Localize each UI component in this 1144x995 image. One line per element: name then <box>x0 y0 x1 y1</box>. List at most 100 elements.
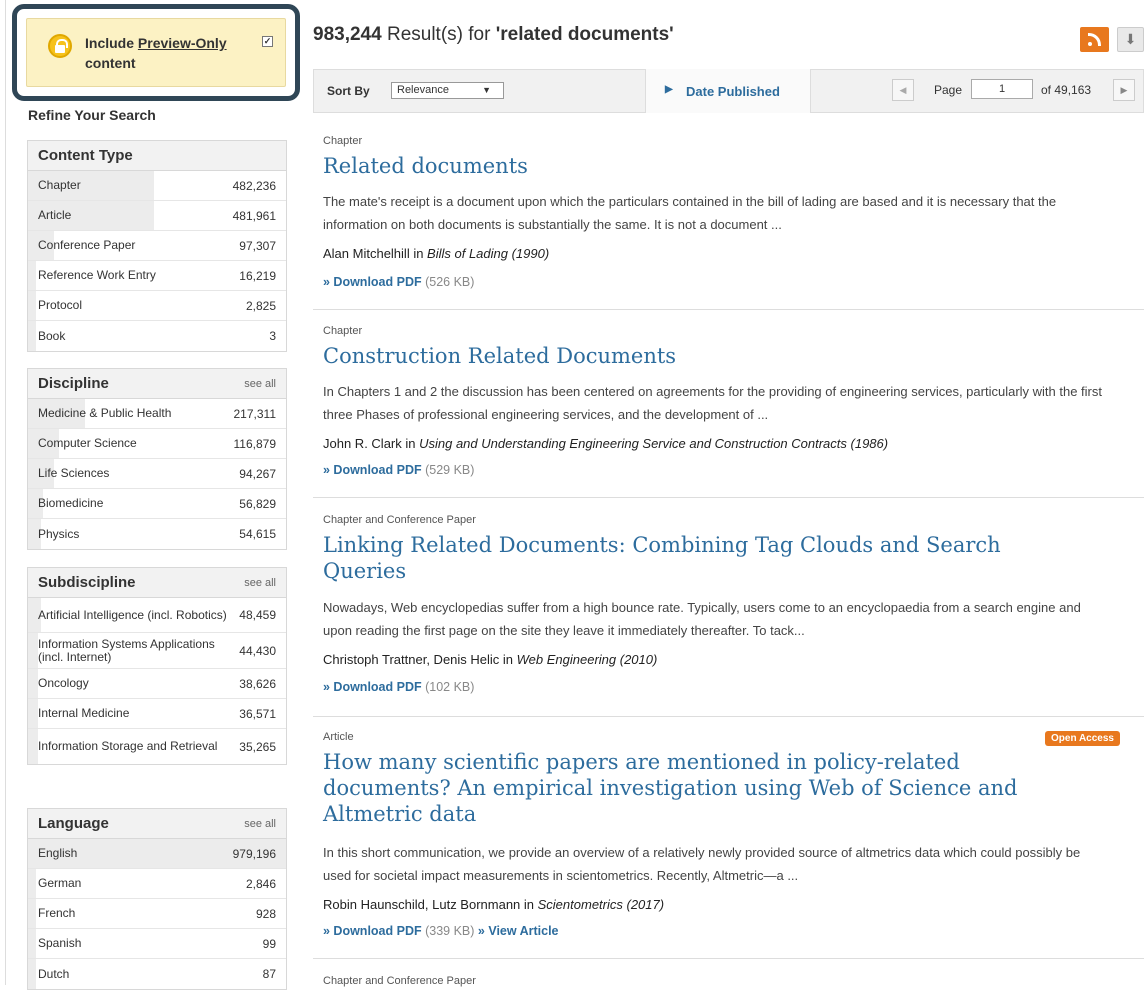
facet-item[interactable]: Physics 54,615 <box>28 519 286 549</box>
result-source[interactable]: Using and Understanding Engineering Serv… <box>419 436 888 451</box>
facet-item[interactable]: German 2,846 <box>28 869 286 899</box>
facet-language: Language see all English 979,196 German 2,8… <box>27 808 287 990</box>
facet-item-label: French <box>38 906 76 920</box>
result-item: Chapter Construction Related Documents I… <box>313 325 1144 498</box>
facet-title: Language <box>38 815 109 832</box>
download-pdf-link[interactable]: » Download PDF <box>323 275 422 289</box>
result-author-names: Christoph Trattner, Denis Helic in <box>323 652 517 667</box>
result-type: Chapter <box>323 135 363 147</box>
facet-item-count: 481,961 <box>232 208 276 223</box>
facet-item[interactable]: Computer Science 116,879 <box>28 429 286 459</box>
page-total: of 49,163 <box>1041 83 1092 97</box>
facet-item-count: 3 <box>269 329 276 343</box>
date-tab-label: Date Published <box>686 84 780 99</box>
facet-item[interactable]: Protocol 2,825 <box>28 291 286 321</box>
facet-item[interactable]: Information Storage and Retrieval 35,265 <box>28 729 286 764</box>
facet-item-label: Conference Paper <box>38 238 136 252</box>
facet-item[interactable]: Chapter 482,236 <box>28 171 286 201</box>
preview-text-before: Include <box>85 35 138 51</box>
see-all-link[interactable]: see all <box>244 818 276 830</box>
facet-item-label: Internal Medicine <box>38 706 130 720</box>
facet-item-label: English <box>38 846 78 860</box>
facet-item[interactable]: Medicine & Public Health 217,311 <box>28 399 286 429</box>
facet-item[interactable]: Conference Paper 97,307 <box>28 231 286 261</box>
result-download: » Download PDF (339 KB) » View Article <box>323 924 559 938</box>
facet-count-bar <box>28 291 36 320</box>
facet-count-bar <box>28 699 39 728</box>
result-title-link[interactable]: How many scientific papers are mentioned… <box>323 749 1083 827</box>
result-source[interactable]: Scientometrics (2017) <box>538 897 664 912</box>
view-article-link[interactable]: » View Article <box>474 924 559 938</box>
facet-item[interactable]: Biomedicine 56,829 <box>28 489 286 519</box>
prev-page-button[interactable]: ◀ <box>892 79 914 101</box>
page-edge-divider <box>5 0 6 985</box>
facet-item[interactable]: Reference Work Entry 16,219 <box>28 261 286 291</box>
next-page-button[interactable]: ▶ <box>1113 79 1135 101</box>
facet-item[interactable]: Artificial Intelligence (incl. Robotics)… <box>28 598 286 633</box>
facet-title: Subdiscipline <box>38 574 136 591</box>
facet-item-label: German <box>38 876 82 890</box>
facet-item-label: Oncology <box>38 676 89 690</box>
preview-text-after: content <box>85 55 136 71</box>
lock-icon <box>48 34 72 58</box>
facet-subdiscipline: Subdiscipline see all Artificial Intelli… <box>27 567 287 765</box>
file-size: (339 KB) <box>421 924 475 938</box>
result-source[interactable]: Bills of Lading (1990) <box>427 246 549 261</box>
see-all-link[interactable]: see all <box>244 577 276 589</box>
results-count-header: 983,244 Result(s) for 'related documents… <box>313 24 674 46</box>
download-pdf-link[interactable]: » Download PDF <box>323 463 422 477</box>
result-authors: Alan Mitchelhill in Bills of Lading (199… <box>323 246 549 261</box>
preview-only-checkbox[interactable]: ✓ <box>262 36 273 47</box>
facet-count-bar <box>28 869 36 898</box>
facet-item[interactable]: Internal Medicine 36,571 <box>28 699 286 729</box>
facet-item-label: Medicine & Public Health <box>38 406 172 420</box>
result-type: Chapter and Conference Paper <box>323 514 476 526</box>
download-pdf-link[interactable]: » Download PDF <box>323 924 422 938</box>
facet-item-count: 35,265 <box>239 739 276 754</box>
facet-count-bar <box>28 633 39 668</box>
see-all-link[interactable]: see all <box>244 378 276 390</box>
result-title-link[interactable]: Linking Related Documents: Combining Tag… <box>323 532 1083 584</box>
facet-item-label: Article <box>38 208 72 222</box>
page-number-input[interactable]: 1 <box>971 79 1033 99</box>
facet-item[interactable]: English 979,196 <box>28 839 286 869</box>
sort-select[interactable]: Relevance ▼ <box>391 82 504 99</box>
facet-item[interactable]: Spanish 99 <box>28 929 286 959</box>
preview-only-link[interactable]: Preview-Only <box>138 35 227 51</box>
facet-item-count: 54,615 <box>239 527 276 541</box>
facet-title: Discipline <box>38 375 109 392</box>
facet-item-label: Artificial Intelligence (incl. Robotics) <box>38 607 227 622</box>
facet-title: Content Type <box>38 147 133 164</box>
facet-item-count: 16,219 <box>239 268 276 283</box>
play-triangle-icon: ▶ <box>665 84 673 95</box>
facet-count-bar <box>28 321 36 351</box>
facet-item[interactable]: Oncology 38,626 <box>28 669 286 699</box>
facet-header: Discipline see all <box>28 369 286 399</box>
facet-item-label: Information Systems Applications (incl. … <box>38 636 215 664</box>
facet-item-label: Chapter <box>38 178 81 192</box>
file-size: (529 KB) <box>421 463 475 477</box>
preview-only-filter[interactable]: Include Preview-Only content ✓ <box>26 18 286 87</box>
result-source[interactable]: Web Engineering (2010) <box>517 652 658 667</box>
facet-item-count: 2,825 <box>245 298 276 313</box>
result-title-link[interactable]: Construction Related Documents <box>323 343 1083 369</box>
result-type: Chapter <box>323 325 363 337</box>
facet-item-count: 217,311 <box>233 406 277 421</box>
results-toolbar: Sort By Relevance ▼ ▶ Date Published ◀ P… <box>313 69 1144 113</box>
download-icon[interactable]: ⬇ <box>1117 27 1144 52</box>
facet-item[interactable]: Life Sciences 94,267 <box>28 459 286 489</box>
download-pdf-link[interactable]: » Download PDF <box>323 680 422 694</box>
facet-item[interactable]: French 928 <box>28 899 286 929</box>
result-title-link[interactable]: Related documents <box>323 153 1083 179</box>
facet-item[interactable]: Book 3 <box>28 321 286 351</box>
facet-item[interactable]: Article 481,961 <box>28 201 286 231</box>
facet-item[interactable]: Information Systems Applications (incl. … <box>28 633 286 669</box>
facet-item-count: 979,196 <box>232 846 276 861</box>
rss-icon[interactable] <box>1080 27 1109 52</box>
sort-value: Relevance <box>397 84 449 96</box>
open-access-badge: Open Access <box>1045 731 1120 746</box>
facet-item-count: 44,430 <box>239 643 276 658</box>
tab-date-published[interactable]: ▶ Date Published <box>645 69 811 113</box>
facet-item-label: Book <box>38 328 66 343</box>
facet-count-bar <box>28 899 36 928</box>
